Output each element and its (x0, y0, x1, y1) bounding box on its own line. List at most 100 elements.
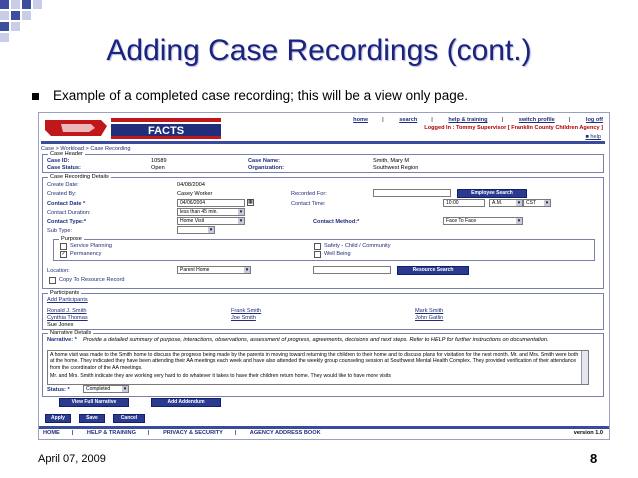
footer-address-book-link[interactable]: AGENCY ADDRESS BOOK (250, 430, 321, 436)
participant-link[interactable]: John Gatlin (415, 315, 443, 321)
created-by-label: Created By: (47, 191, 77, 197)
narrative-text-paragraph-2: Mr. and Mrs. Smith indicate they are wor… (50, 373, 391, 380)
nav-search[interactable]: search (399, 117, 417, 123)
copy-resource-checkbox[interactable] (49, 277, 56, 284)
participant-link[interactable]: Cynthia Thomas (47, 315, 88, 321)
footer-links: HOME | HELP & TRAINING | PRIVACY & SECURIT… (43, 430, 321, 436)
header-bar (41, 141, 605, 144)
contact-duration-label: Contact Duration: (47, 210, 91, 216)
narrative-scrollbar[interactable] (581, 351, 588, 384)
case-status-label: Case Status: (47, 165, 81, 171)
ampm-select[interactable]: A.M. (489, 199, 523, 207)
slide-date: April 07, 2009 (38, 453, 106, 465)
contact-method-label: Contact Method:* (313, 219, 360, 225)
narrative-label: Narrative: * (47, 337, 77, 343)
narrative-instructions: Provide a detailed summary of purpose, i… (83, 337, 549, 343)
resource-input[interactable] (313, 266, 391, 274)
case-name-value: Smith, Mary M (373, 158, 410, 164)
footer-help-link[interactable]: HELP & TRAINING (87, 430, 136, 436)
timezone-select[interactable]: CST (523, 199, 551, 207)
location-select[interactable]: Parent Home (177, 266, 251, 274)
logo-text: FACTS (148, 125, 184, 137)
logged-in-status: Logged In : Tommy Supervisor [ Franklin … (424, 125, 603, 131)
purpose-checkbox-safety[interactable] (314, 243, 321, 250)
view-full-narrative-button[interactable]: View Full Narrative (59, 398, 129, 407)
participant-name: Sue Jones (47, 322, 74, 328)
organization-label: Organization: (248, 165, 285, 171)
case-name-label: Case Name: (248, 158, 281, 164)
sub-type-select[interactable] (177, 226, 215, 234)
purpose-checkbox-well-being[interactable] (314, 251, 321, 258)
contact-date-label: Contact Date * (47, 201, 86, 207)
contact-type-select[interactable]: Home Visit (177, 217, 245, 225)
apply-button[interactable]: Apply (45, 414, 71, 423)
top-nav: home | search | help & training | switch pr… (353, 117, 603, 123)
app-footer: HOME | HELP & TRAINING | PRIVACY & SECURIT… (39, 426, 609, 439)
sub-type-label: Sub Type: (47, 228, 73, 234)
employee-search-button[interactable]: Employee Search (457, 189, 527, 198)
purpose-label-permanency: Permanency (70, 251, 102, 257)
app-header: FACTS home | search | help & training | swi… (39, 113, 609, 144)
narrative-legend: Narrative Details (48, 330, 94, 336)
participants-section: Participants Add Participants Ronald J. … (42, 290, 604, 330)
recorded-for-input[interactable] (373, 189, 451, 197)
purpose-checkbox-service-planning[interactable] (60, 243, 67, 250)
contact-method-select[interactable]: Face To Face (443, 217, 523, 225)
contact-time-input[interactable]: 10:00 (443, 199, 485, 207)
help-square-icon: ■ (585, 134, 589, 140)
participant-link[interactable]: Joe Smith (231, 315, 256, 321)
create-date-label: Create Date: (47, 182, 79, 188)
contact-time-label: Contact Time: (291, 201, 326, 207)
status-label: Status: * (47, 387, 70, 393)
purpose-legend: Purpose (59, 236, 84, 242)
footer-home-link[interactable]: HOME (43, 430, 60, 436)
contact-type-label: Contact Type:* (47, 219, 87, 225)
facts-logo-icon: FACTS (45, 118, 221, 139)
slide-title: Adding Case Recordings (cont.) (106, 34, 532, 67)
nav-home[interactable]: home (353, 117, 368, 123)
narrative-textarea[interactable]: A home visit was made to the Smith home … (47, 350, 589, 385)
case-header-section: Case Header Case ID: 10589 Case Status: … (42, 151, 604, 173)
bullet-text: Example of a completed case recording; t… (32, 88, 468, 103)
participant-link[interactable]: Frank Smith (231, 308, 261, 314)
calendar-icon[interactable]: ▦ (247, 199, 254, 206)
created-by-value: Casey Worker (177, 191, 213, 197)
contact-date-input[interactable]: 04/06/2004 (177, 199, 245, 207)
details-legend: Case Recording Details (48, 174, 111, 180)
add-participants-link[interactable]: Add Participants (47, 297, 88, 303)
participant-link[interactable]: Ronald J. Smith (47, 308, 86, 314)
participants-legend: Participants (48, 290, 82, 296)
create-date-value: 04/08/2004 (177, 182, 205, 188)
status-select[interactable]: Completed (83, 385, 129, 393)
page-number: 8 (590, 451, 598, 466)
narrative-text-paragraph-1: A home visit was made to the Smith home … (50, 352, 579, 371)
resource-search-button[interactable]: Resource Search (397, 266, 469, 275)
case-id-value: 10589 (151, 158, 167, 164)
participant-link[interactable]: Mark Smith (415, 308, 443, 314)
help-link[interactable]: ■ help (585, 134, 601, 140)
narrative-section: Narrative Details Narrative: * Provide a… (42, 330, 604, 397)
save-button[interactable]: Save (79, 414, 105, 423)
footer-privacy-link[interactable]: PRIVACY & SECURITY (163, 430, 223, 436)
purpose-label-safety: Safety - Child / Community (324, 243, 391, 249)
nav-switch-profile[interactable]: switch profile (519, 117, 555, 123)
purpose-label-well-being: Well Being (324, 251, 351, 257)
bullet-square-icon (32, 92, 39, 100)
cancel-button[interactable]: Cancel (113, 414, 145, 423)
location-label: Location: (47, 268, 70, 274)
purpose-label-service-planning: Service Planning (70, 243, 112, 249)
purpose-checkbox-permanency[interactable]: ✓ (60, 251, 67, 258)
screenshot-frame: FACTS home | search | help & training | swi… (38, 112, 610, 440)
case-recording-details-section: Case Recording Details Create Date: 04/0… (42, 174, 604, 289)
copy-resource-label: Copy To Resource Record (59, 277, 125, 283)
organization-value: Southwest Region (373, 165, 419, 171)
nav-help-training[interactable]: help & training (448, 117, 487, 123)
add-addendum-button[interactable]: Add Addendum (151, 398, 221, 407)
recorded-for-label: Recorded For: (291, 191, 327, 197)
contact-duration-select[interactable]: less than 45 min. (177, 208, 245, 216)
nav-log-off[interactable]: log off (586, 117, 603, 123)
purpose-section: Purpose Service Planning Safety - Child … (53, 236, 595, 261)
case-id-label: Case ID: (47, 158, 70, 164)
case-status-value: Open (151, 165, 165, 171)
version-label: version 1.0 (573, 430, 603, 436)
